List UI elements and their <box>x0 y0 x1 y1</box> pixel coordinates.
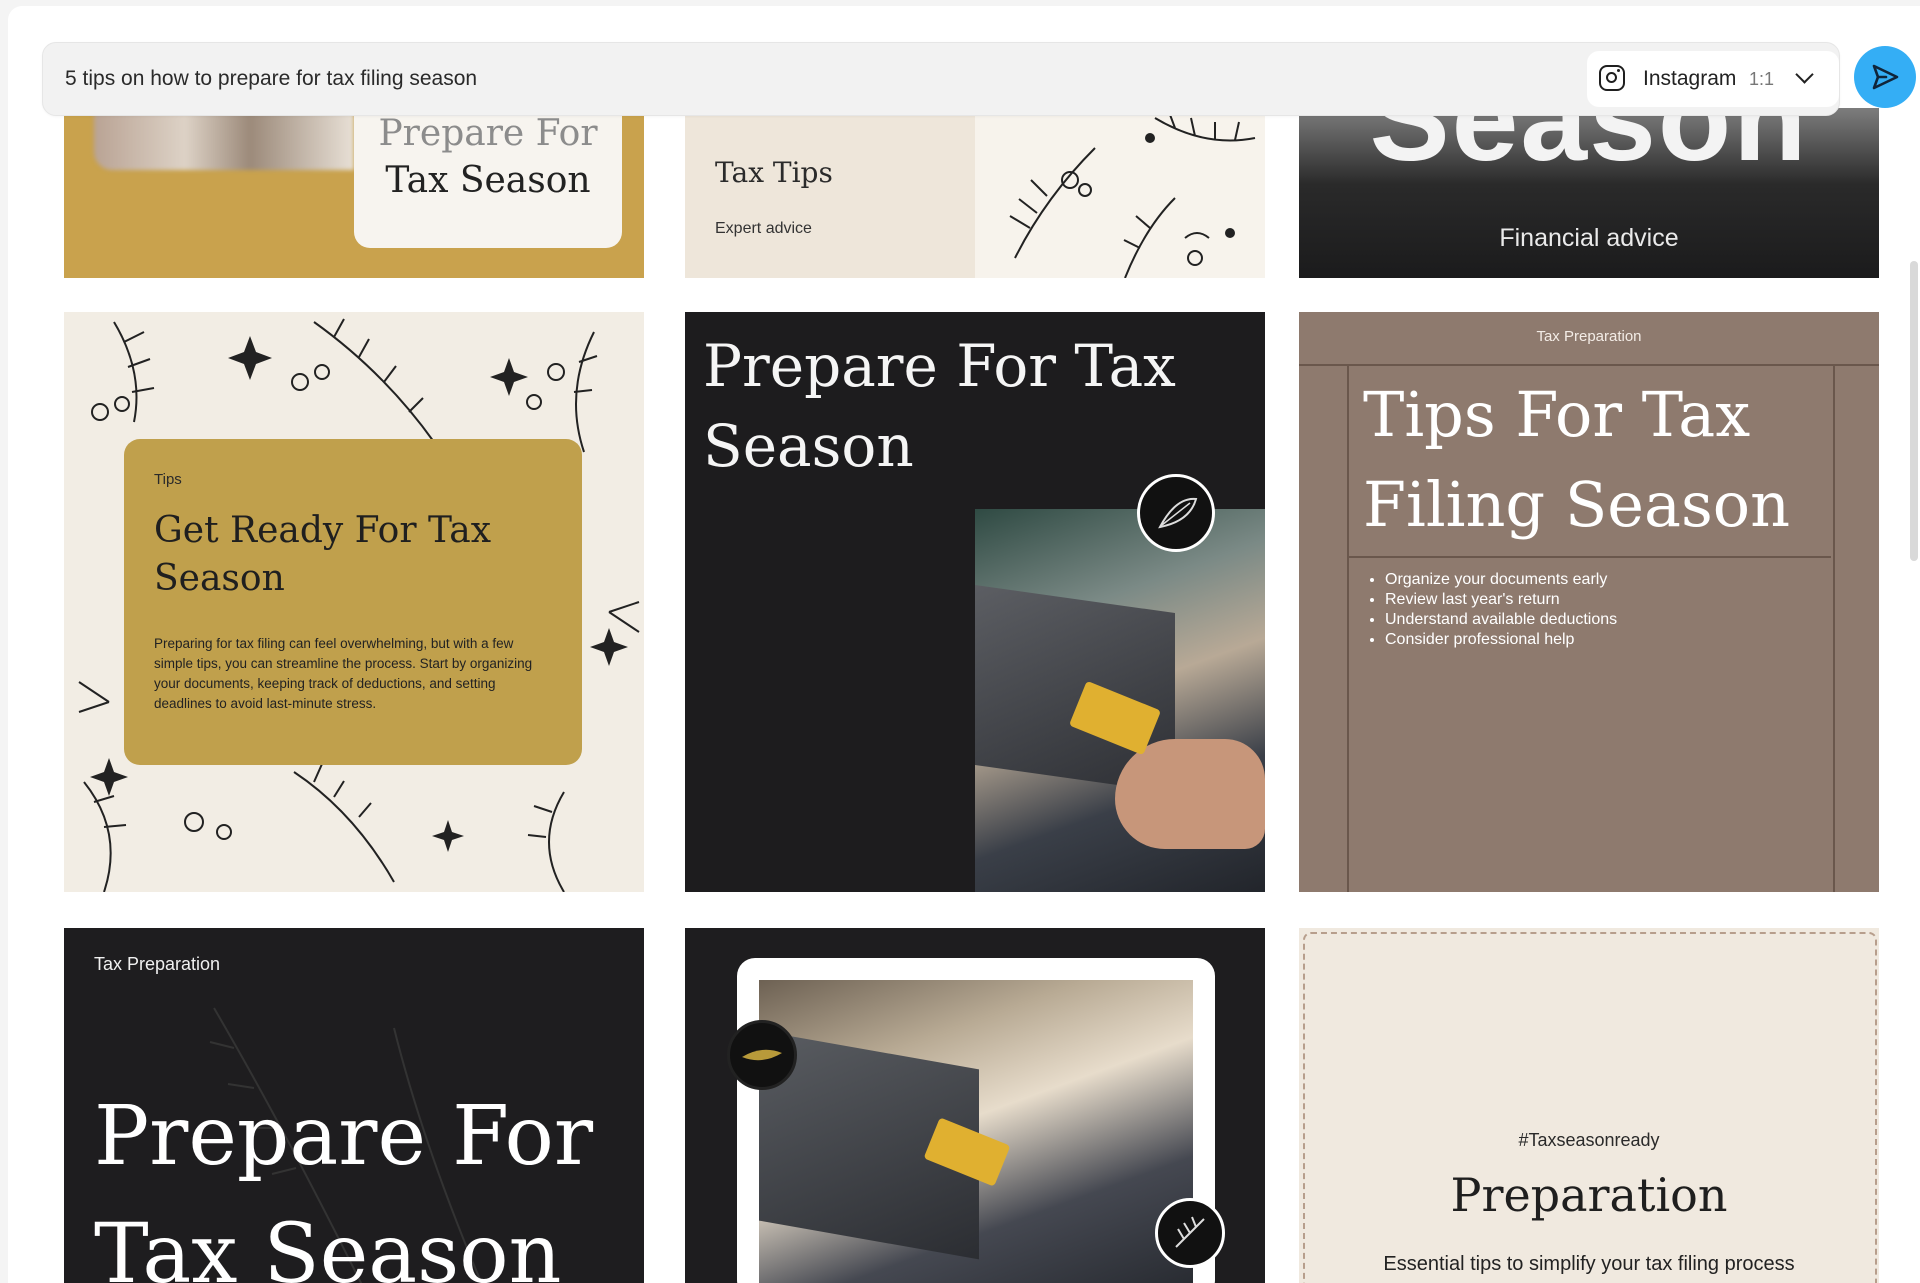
card-body: Essential tips to simplify your tax fili… <box>1383 1253 1795 1275</box>
design-card-8[interactable] <box>685 928 1265 1283</box>
title-line-1: Prepare For <box>378 113 598 154</box>
hashtag: #Taxseasonready <box>1518 1130 1660 1150</box>
leaf-badge-icon <box>1155 1198 1225 1268</box>
title-box: Prepare For Tax Season <box>354 108 622 248</box>
list-item: Review last year's return <box>1385 590 1617 610</box>
card-heading: Preparation <box>1450 1168 1728 1222</box>
text-panel <box>685 108 975 278</box>
instagram-icon <box>1599 65 1625 91</box>
scalloped-border <box>1303 932 1877 1283</box>
card-heading: Tax Tips <box>715 156 833 189</box>
tips-list: Organize your documents early Review las… <box>1363 570 1617 650</box>
card-subtitle: Financial advice <box>1499 224 1679 252</box>
card-heading: Get Ready For Tax Season <box>154 510 491 599</box>
leaf-badge-icon <box>1137 474 1215 552</box>
chevron-down-icon <box>1795 65 1814 84</box>
card-heading: Tips For Tax Filing Season <box>1363 378 1791 541</box>
design-card-9[interactable]: #Taxseasonready Preparation Essential ti… <box>1299 928 1879 1283</box>
list-item: Organize your documents early <box>1385 570 1617 590</box>
design-card-4[interactable]: Tips Get Ready For Tax Season Preparing … <box>64 312 644 892</box>
list-item: Understand available deductions <box>1385 610 1617 630</box>
prompt-text[interactable]: 5 tips on how to prepare for tax filing … <box>65 43 477 115</box>
botanical-illustration <box>1009 111 1256 278</box>
format-dropdown[interactable]: Instagram 1:1 <box>1587 51 1839 107</box>
divider <box>1347 556 1831 558</box>
format-ratio: 1:1 <box>1749 69 1775 89</box>
prompt-input[interactable]: 5 tips on how to prepare for tax filing … <box>42 42 1840 116</box>
card-label: Tips <box>154 471 182 488</box>
card-subtitle: Expert advice <box>715 220 812 237</box>
card-label: Tax Preparation <box>1536 328 1642 345</box>
list-item: Consider professional help <box>1385 630 1617 650</box>
design-card-7[interactable]: Tax Preparation Prepare For Tax Season <box>64 928 644 1283</box>
laptop-photo <box>759 980 1193 1283</box>
design-card-2[interactable]: Tax Tips Expert advice <box>685 108 1265 278</box>
canvas-page: Prepare For Tax Season Tax Tips Expert a… <box>8 6 1920 1283</box>
design-card-1[interactable]: Prepare For Tax Season <box>64 108 644 278</box>
design-results-grid: Prepare For Tax Season Tax Tips Expert a… <box>8 6 1920 1283</box>
content-panel: Tips Get Ready For Tax Season Preparing … <box>124 439 582 765</box>
vertical-scrollbar[interactable] <box>1910 261 1918 561</box>
leaf-badge-icon <box>727 1020 797 1090</box>
card-heading: Prepare For Tax Season <box>703 332 1176 480</box>
send-button[interactable] <box>1854 46 1916 108</box>
card-label: Tax Preparation <box>94 954 221 974</box>
card-big-text: Season <box>1369 108 1809 186</box>
card-body: Preparing for tax filing can feel overwh… <box>154 636 533 711</box>
laptop-photo <box>975 509 1265 892</box>
design-card-3[interactable]: Season Financial advice <box>1299 108 1879 278</box>
title-line-2: Tax Season <box>385 160 591 201</box>
design-card-5[interactable]: Prepare For Tax Season <box>685 312 1265 892</box>
photo-strip <box>94 108 354 170</box>
design-card-6[interactable]: Tax Preparation Tips For Tax Filing Seas… <box>1299 312 1879 892</box>
send-icon <box>1872 64 1899 90</box>
format-platform: Instagram <box>1643 67 1737 90</box>
card-heading: Prepare For Tax Season <box>94 1089 594 1283</box>
